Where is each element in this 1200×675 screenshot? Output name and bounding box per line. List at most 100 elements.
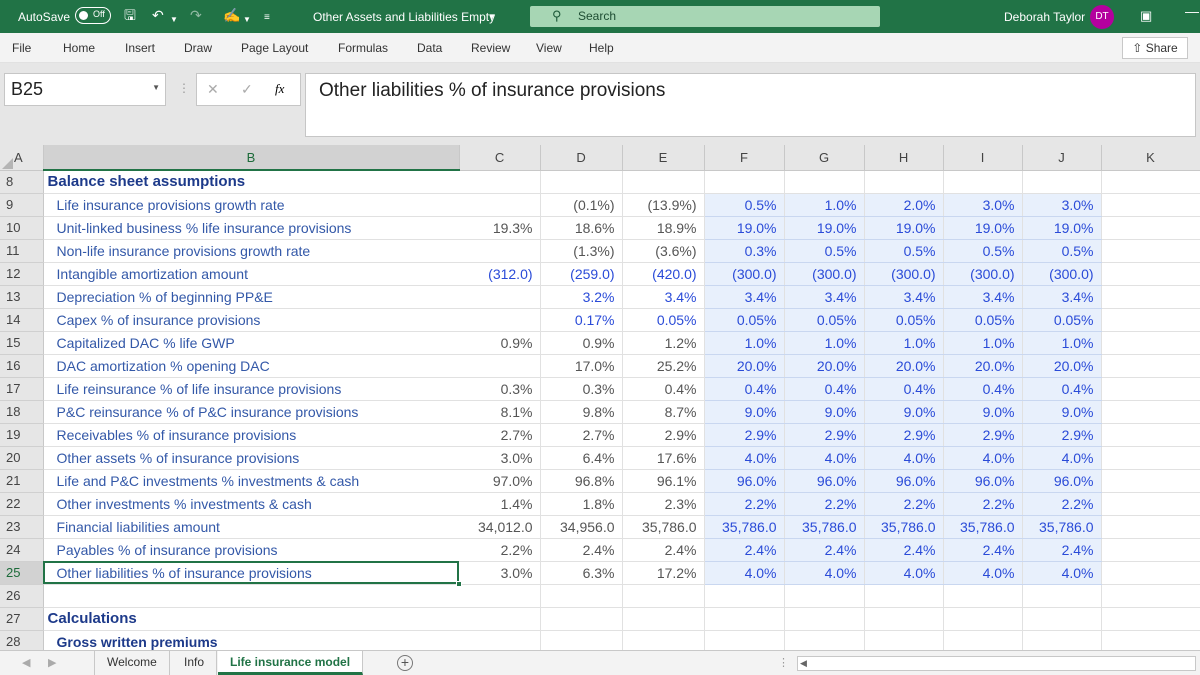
cell-c[interactable]: 2.7% [459, 423, 541, 447]
column-header-h[interactable]: H [864, 145, 944, 171]
label-cell[interactable]: Payables % of insurance provisions [43, 538, 460, 562]
cell-d[interactable]: 17.0% [540, 354, 623, 378]
label-cell[interactable]: Calculations [43, 607, 460, 631]
cell-c[interactable] [459, 308, 541, 332]
cell-i[interactable] [943, 607, 1023, 631]
cell-h[interactable]: 4.0% [864, 446, 944, 470]
row-header[interactable]: 12 [0, 262, 44, 286]
cell-e[interactable]: (420.0) [622, 262, 705, 286]
row-header[interactable]: 27 [0, 607, 44, 631]
cell-i[interactable]: 3.4% [943, 285, 1023, 309]
insert-function-icon[interactable]: fx [275, 81, 284, 97]
cell-i[interactable]: 0.5% [943, 239, 1023, 263]
cell-k[interactable] [1101, 538, 1200, 562]
cell-i[interactable]: 4.0% [943, 561, 1023, 585]
scroll-left-icon[interactable]: ◀ [800, 658, 807, 669]
cell-e[interactable]: 25.2% [622, 354, 705, 378]
cell-e[interactable]: 0.05% [622, 308, 705, 332]
cell-j[interactable] [1022, 607, 1102, 631]
cell-h[interactable]: 2.0% [864, 193, 944, 217]
cell-c[interactable] [459, 170, 541, 194]
row-header[interactable]: 11 [0, 239, 44, 263]
document-title[interactable]: Other Assets and Liabilities Empty [313, 10, 495, 24]
cell-j[interactable] [1022, 630, 1102, 650]
cell-g[interactable]: 3.4% [784, 285, 865, 309]
label-cell[interactable]: Capex % of insurance provisions [43, 308, 460, 332]
cell-c[interactable]: 97.0% [459, 469, 541, 493]
cell-e[interactable]: (3.6%) [622, 239, 705, 263]
horizontal-scrollbar[interactable]: ◀ [797, 656, 1196, 671]
tab-insert[interactable]: Insert [125, 41, 155, 55]
name-box[interactable]: B25 ▼ [4, 73, 166, 106]
cell-g[interactable]: 1.0% [784, 331, 865, 355]
tab-page-layout[interactable]: Page Layout [241, 41, 308, 55]
cell-c[interactable]: 3.0% [459, 446, 541, 470]
label-cell[interactable]: Receivables % of insurance provisions [43, 423, 460, 447]
cell-g[interactable]: 2.2% [784, 492, 865, 516]
cell-k[interactable] [1101, 354, 1200, 378]
cell-h[interactable]: 3.4% [864, 285, 944, 309]
cell-f[interactable]: 96.0% [704, 469, 785, 493]
cell-j[interactable]: 35,786.0 [1022, 515, 1102, 539]
sheet-tab-welcome[interactable]: Welcome [94, 651, 170, 675]
column-header-j[interactable]: J [1022, 145, 1102, 171]
cell-j[interactable]: 3.0% [1022, 193, 1102, 217]
cell-g[interactable] [784, 607, 865, 631]
tab-home[interactable]: Home [63, 41, 95, 55]
avatar[interactable]: DT [1090, 5, 1114, 29]
cell-c[interactable] [459, 630, 541, 650]
cell-k[interactable] [1101, 262, 1200, 286]
prev-sheet-icon[interactable]: ◀ [22, 656, 30, 669]
cell-c[interactable]: (312.0) [459, 262, 541, 286]
cell-h[interactable]: 0.4% [864, 377, 944, 401]
cell-f[interactable]: 4.0% [704, 446, 785, 470]
save-icon[interactable]: 🖫 [124, 6, 136, 24]
cell-f[interactable]: 9.0% [704, 400, 785, 424]
cell-d[interactable] [540, 630, 623, 650]
cell-h[interactable]: 9.0% [864, 400, 944, 424]
row-header[interactable]: 18 [0, 400, 44, 424]
touch-dropdown-icon[interactable]: ▼ [243, 11, 251, 29]
cell-h[interactable]: 0.5% [864, 239, 944, 263]
cell-f[interactable]: (300.0) [704, 262, 785, 286]
label-cell[interactable]: Capitalized DAC % life GWP [43, 331, 460, 355]
cell-k[interactable] [1101, 607, 1200, 631]
cell-e[interactable]: 2.4% [622, 538, 705, 562]
label-cell[interactable] [43, 584, 460, 608]
tab-data[interactable]: Data [417, 41, 442, 55]
cell-e[interactable] [622, 630, 705, 650]
cell-c[interactable] [459, 285, 541, 309]
cell-e[interactable]: 0.4% [622, 377, 705, 401]
undo-icon[interactable]: ↶ [152, 6, 164, 24]
customize-toolbar-icon[interactable]: ≡ [264, 9, 270, 27]
cell-i[interactable]: 35,786.0 [943, 515, 1023, 539]
cell-i[interactable]: 4.0% [943, 446, 1023, 470]
column-header-g[interactable]: G [784, 145, 865, 171]
column-header-f[interactable]: F [704, 145, 785, 171]
sheet-tab-life-insurance-model[interactable]: Life insurance model [218, 651, 364, 675]
cell-h[interactable]: 0.05% [864, 308, 944, 332]
cell-k[interactable] [1101, 400, 1200, 424]
cell-g[interactable]: 35,786.0 [784, 515, 865, 539]
cell-d[interactable]: 0.3% [540, 377, 623, 401]
cell-d[interactable] [540, 607, 623, 631]
cell-e[interactable]: 17.2% [622, 561, 705, 585]
cell-h[interactable]: 20.0% [864, 354, 944, 378]
cell-h[interactable]: 1.0% [864, 331, 944, 355]
cell-d[interactable]: 18.6% [540, 216, 623, 240]
cell-d[interactable]: 96.8% [540, 469, 623, 493]
cell-g[interactable]: 2.4% [784, 538, 865, 562]
cell-j[interactable]: 9.0% [1022, 400, 1102, 424]
ribbon-display-icon[interactable]: ▣ [1140, 8, 1152, 24]
cell-c[interactable]: 8.1% [459, 400, 541, 424]
cell-e[interactable]: 8.7% [622, 400, 705, 424]
cell-i[interactable]: 2.2% [943, 492, 1023, 516]
cell-d[interactable]: 34,956.0 [540, 515, 623, 539]
cell-d[interactable]: (0.1%) [540, 193, 623, 217]
cell-c[interactable]: 0.3% [459, 377, 541, 401]
cell-g[interactable]: 19.0% [784, 216, 865, 240]
column-header-d[interactable]: D [540, 145, 623, 171]
cell-i[interactable]: 20.0% [943, 354, 1023, 378]
label-cell[interactable]: Life insurance provisions growth rate [43, 193, 460, 217]
row-header[interactable]: 14 [0, 308, 44, 332]
